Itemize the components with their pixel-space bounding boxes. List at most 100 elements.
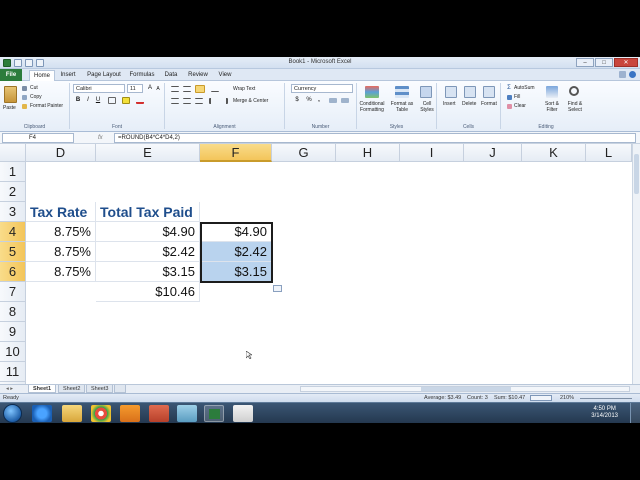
vertical-scrollbar[interactable] [632, 144, 640, 392]
java-icon[interactable] [233, 405, 253, 422]
borders-icon[interactable] [108, 97, 116, 104]
clear-button[interactable]: Clear [514, 103, 526, 109]
fx-icon[interactable]: fx [80, 133, 112, 143]
comma-button[interactable]: , [315, 96, 323, 104]
tab-review[interactable]: Review [185, 70, 211, 81]
file-explorer-icon[interactable] [62, 405, 82, 422]
shrink-font-icon[interactable]: A [154, 85, 162, 93]
sort-filter-button[interactable]: Sort & Filter [542, 101, 562, 113]
minimize-ribbon-icon[interactable] [619, 71, 626, 78]
cell-e4[interactable]: $4.90 [96, 222, 200, 242]
underline-button[interactable]: U [94, 96, 102, 104]
row-header-4[interactable]: 4 [0, 222, 26, 242]
format-as-table-icon[interactable] [395, 86, 409, 98]
orientation-icon[interactable] [211, 86, 219, 92]
tab-insert[interactable]: Insert [57, 70, 79, 81]
cell-f5[interactable]: $2.42 [200, 242, 272, 262]
decrease-decimal-icon[interactable] [341, 98, 349, 103]
find-select-button[interactable]: Find & Select [564, 101, 586, 113]
vertical-scroll-thumb[interactable] [634, 154, 639, 194]
sort-filter-icon[interactable] [546, 86, 558, 98]
name-box[interactable]: F4 [2, 133, 74, 143]
column-header-j[interactable]: J [464, 144, 522, 162]
column-header-l[interactable]: L [586, 144, 632, 162]
italic-button[interactable]: I [84, 96, 92, 104]
insert-cells-icon[interactable] [445, 86, 457, 98]
horizontal-scrollbar[interactable] [300, 386, 630, 392]
app-icon[interactable] [177, 405, 197, 422]
show-desktop-button[interactable] [630, 403, 640, 423]
chrome-icon[interactable] [91, 405, 111, 422]
cell-d5[interactable]: 8.75% [26, 242, 96, 262]
delete-cells-icon[interactable] [464, 86, 476, 98]
percent-button[interactable]: % [305, 96, 313, 104]
format-cells-icon[interactable] [483, 86, 495, 98]
cut-button[interactable]: Cut [30, 85, 38, 91]
row-header-11[interactable]: 11 [0, 362, 26, 382]
cell-d4[interactable]: 8.75% [26, 222, 96, 242]
maximize-button[interactable]: □ [595, 58, 613, 67]
wrap-text-button[interactable]: Wrap Text [233, 86, 255, 92]
horizontal-scroll-thumb[interactable] [421, 387, 511, 391]
fill-button[interactable]: Fill [514, 94, 520, 100]
insert-button[interactable]: Insert [443, 101, 456, 107]
align-left-icon[interactable] [171, 98, 179, 104]
tab-formulas[interactable]: Formulas [127, 70, 157, 81]
zoom-slider[interactable] [580, 398, 632, 399]
row-header-8[interactable]: 8 [0, 302, 26, 322]
row-header-10[interactable]: 10 [0, 342, 26, 362]
cell-e6[interactable]: $3.15 [96, 262, 200, 282]
column-header-f[interactable]: F [200, 144, 272, 162]
format-as-table-button[interactable]: Format as Table [389, 101, 415, 113]
cell-d6[interactable]: 8.75% [26, 262, 96, 282]
conditional-formatting-button[interactable]: Conditional Formatting [359, 101, 385, 113]
column-header-g[interactable]: G [272, 144, 336, 162]
font-color-icon[interactable] [136, 97, 144, 104]
quick-analysis-icon[interactable] [273, 285, 282, 292]
increase-indent-icon[interactable] [220, 98, 228, 104]
conditional-formatting-icon[interactable] [365, 86, 379, 98]
font-name-dropdown[interactable]: Calibri [73, 84, 125, 93]
cell-d3[interactable]: Tax Rate [26, 202, 96, 222]
align-middle-icon[interactable] [183, 86, 191, 92]
row-header-6[interactable]: 6 [0, 262, 26, 282]
align-right-icon[interactable] [195, 98, 203, 104]
status-zoom[interactable]: 210% [560, 394, 574, 402]
decrease-indent-icon[interactable] [209, 98, 217, 104]
font-size-dropdown[interactable]: 11 [127, 84, 143, 93]
autosum-button[interactable]: AutoSum [514, 85, 535, 91]
row-header-9[interactable]: 9 [0, 322, 26, 342]
cell-e5[interactable]: $2.42 [96, 242, 200, 262]
increase-decimal-icon[interactable] [329, 98, 337, 103]
merge-center-button[interactable]: Merge & Center [233, 98, 268, 104]
sheet-nav-arrows-icon[interactable]: ◂ ▸ [2, 385, 17, 393]
row-header-5[interactable]: 5 [0, 242, 26, 262]
paste-icon[interactable] [4, 86, 17, 103]
fill-color-icon[interactable] [122, 97, 130, 104]
column-header-h[interactable]: H [336, 144, 400, 162]
cell-f4[interactable]: $4.90 [200, 222, 272, 242]
row-header-7[interactable]: 7 [0, 282, 26, 302]
tab-file[interactable]: File [0, 69, 22, 81]
outlook-icon[interactable] [120, 405, 140, 422]
excel-taskbar-icon[interactable] [204, 405, 224, 422]
sheet-tab-sheet3[interactable]: Sheet3 [86, 385, 114, 393]
tab-data[interactable]: Data [161, 70, 181, 81]
row-header-1[interactable]: 1 [0, 162, 26, 182]
column-header-i[interactable]: I [400, 144, 464, 162]
start-button-icon[interactable] [3, 404, 22, 423]
format-painter-button[interactable]: Format Painter [30, 103, 63, 109]
tab-page-layout[interactable]: Page Layout [84, 70, 124, 81]
cell-e7[interactable]: $10.46 [96, 282, 200, 302]
row-header-2[interactable]: 2 [0, 182, 26, 202]
sheet-tab-sheet2[interactable]: Sheet2 [58, 385, 86, 393]
bold-button[interactable]: B [74, 96, 82, 104]
internet-explorer-icon[interactable] [32, 405, 52, 422]
column-header-k[interactable]: K [522, 144, 586, 162]
format-button[interactable]: Format [481, 101, 497, 107]
system-clock[interactable]: 4:50 PM 3/14/2013 [591, 406, 618, 420]
align-top-icon[interactable] [171, 86, 179, 92]
delete-button[interactable]: Delete [462, 101, 476, 107]
cell-styles-icon[interactable] [420, 86, 432, 98]
sheet-tab-sheet1[interactable]: Sheet1 [28, 385, 57, 393]
